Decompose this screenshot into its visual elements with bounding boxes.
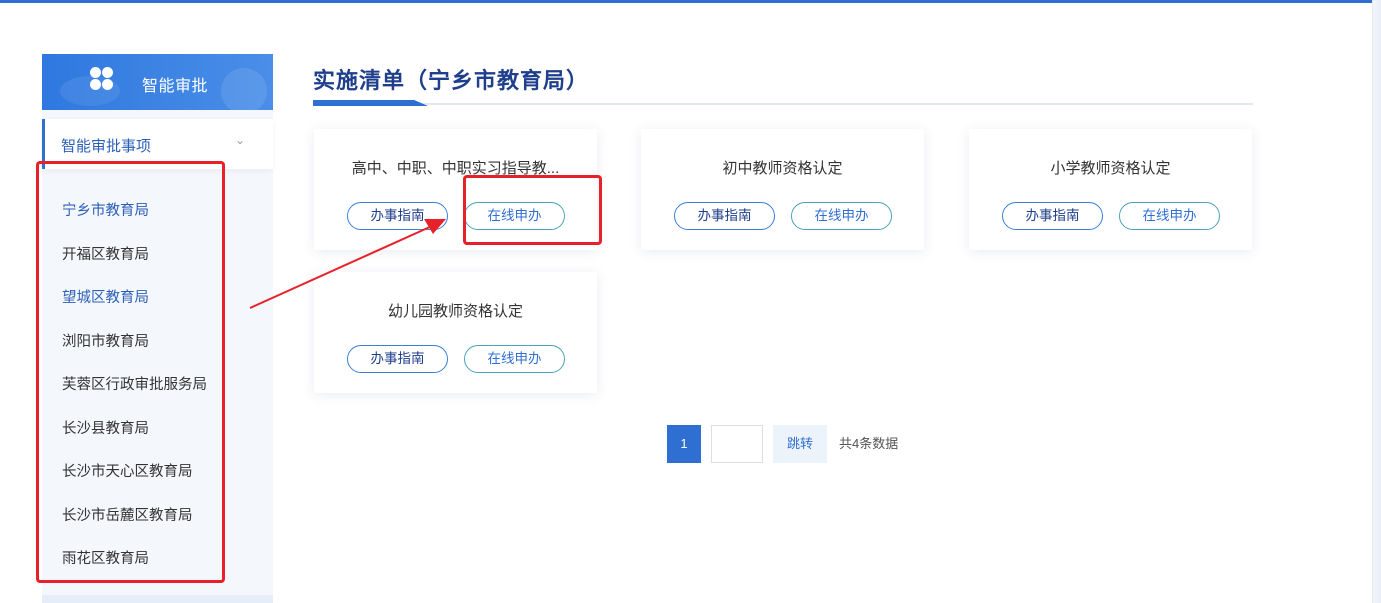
chevron-down-icon: ⌄: [234, 133, 245, 147]
apply-online-button[interactable]: 在线申办: [1119, 202, 1220, 230]
apply-online-button[interactable]: 在线申办: [791, 202, 892, 230]
title-divider: [313, 103, 1253, 105]
page-title: 实施清单（宁乡市教育局）: [313, 68, 590, 93]
page-jump-input[interactable]: [711, 425, 763, 463]
sidebar-header: 智能审批: [42, 54, 273, 110]
guide-button[interactable]: 办事指南: [1002, 202, 1103, 230]
apply-online-button[interactable]: 在线申办: [464, 345, 565, 373]
page-jump-button[interactable]: 跳转: [773, 425, 827, 463]
service-card: 幼儿园教师资格认定 办事指南 在线申办: [314, 272, 597, 393]
scrollbar-track[interactable]: [1372, 0, 1381, 603]
top-accent-line: [0, 0, 1381, 3]
sidebar-header-title: 智能审批: [142, 78, 209, 95]
total-count-text: 共4条数据: [839, 436, 899, 451]
annotation-box-sidebar: [36, 161, 225, 583]
grid-logo-icon: [88, 65, 114, 91]
service-card: 初中教师资格认定 办事指南 在线申办: [641, 129, 924, 250]
service-name: 幼儿园教师资格认定: [387, 303, 523, 320]
submenu-label: 智能审批事项: [61, 138, 152, 155]
service-name: 小学教师资格认定: [1050, 160, 1171, 177]
guide-button[interactable]: 办事指南: [347, 345, 448, 373]
guide-button[interactable]: 办事指南: [347, 202, 448, 230]
annotation-box-apply: [463, 175, 602, 245]
guide-button[interactable]: 办事指南: [674, 202, 775, 230]
title-accent-bar: [313, 100, 428, 106]
service-card: 小学教师资格认定 办事指南 在线申办: [969, 129, 1252, 250]
page-number-button[interactable]: 1: [667, 425, 701, 463]
service-name: 初中教师资格认定: [722, 160, 843, 177]
